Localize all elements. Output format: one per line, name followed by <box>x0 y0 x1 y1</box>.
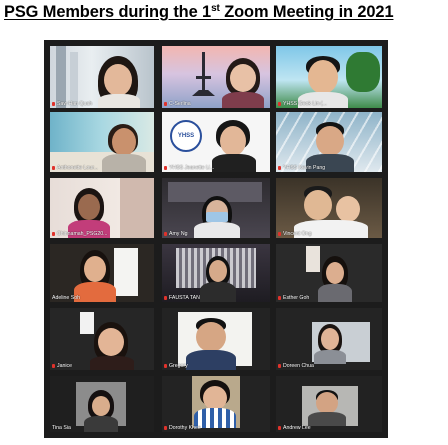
muted-mic-icon <box>164 296 167 300</box>
participant-name: Esther Goh <box>278 295 309 301</box>
video-tile[interactable]: Vincent Ong <box>276 178 382 238</box>
video-tile[interactable]: Anthonette Lour... <box>50 112 154 172</box>
title-text-end: Zoom Meeting in 2021 <box>219 3 394 21</box>
video-tile[interactable]: Saw Han Quah <box>50 46 154 108</box>
video-tile[interactable]: Esther Goh <box>276 244 382 302</box>
participant-name: Janice <box>52 363 72 369</box>
video-tile[interactable]: Janice <box>50 308 154 370</box>
participant-name: YHSS Jeanette Li... <box>164 165 214 171</box>
muted-mic-icon <box>278 296 281 300</box>
muted-mic-icon <box>278 364 281 368</box>
muted-mic-icon <box>278 166 281 170</box>
participant-name: Saw Han Quah <box>52 101 92 107</box>
muted-mic-icon <box>278 102 281 106</box>
muted-mic-icon <box>52 102 55 106</box>
video-tile[interactable]: Andrew Lee <box>276 376 382 432</box>
video-tile[interactable]: Gregory <box>162 308 270 370</box>
muted-mic-icon <box>164 426 167 430</box>
muted-mic-icon <box>52 364 55 368</box>
participant-name: Tina Sia <box>52 425 71 431</box>
participant-name: Amy Ng <box>164 231 187 237</box>
title-superscript: st <box>211 3 220 14</box>
video-tile[interactable]: Doreen Chua <box>276 308 382 370</box>
page-title: PSG Members during the 1st Zoom Meeting … <box>4 3 444 25</box>
participant-name: Doreen Chua <box>278 363 314 369</box>
participant-name: FAUSTA TAN <box>164 295 200 301</box>
participant-name: Gregory <box>164 363 188 369</box>
video-tile[interactable]: Chinnamah_PSG20... <box>50 178 154 238</box>
participant-name: Chinnamah_PSG20... <box>52 231 107 237</box>
muted-mic-icon <box>164 232 167 236</box>
video-tile[interactable]: C-Serlina <box>162 46 270 108</box>
video-tile[interactable]: Adeline Soh <box>50 244 154 302</box>
video-tile[interactable]: YHSS Kevin Pang <box>276 112 382 172</box>
video-tile[interactable]: Tina Sia <box>50 376 154 432</box>
muted-mic-icon <box>278 232 281 236</box>
muted-mic-icon <box>278 426 281 430</box>
title-text: PSG Members during the 1 <box>4 3 212 21</box>
zoom-gallery-view: Saw Han Quah C-Serlina YHSS Geok Lin (..… <box>44 40 388 438</box>
video-tile[interactable]: Dorothy Khee <box>162 376 270 432</box>
participant-name: Andrew Lee <box>278 425 311 431</box>
participant-name: C-Serlina <box>164 101 191 107</box>
participant-name: Dorothy Khee <box>164 425 201 431</box>
participant-name: Adeline Soh <box>52 295 80 301</box>
participant-name: Vincent Ong <box>278 231 311 237</box>
muted-mic-icon <box>52 166 55 170</box>
participant-name: Anthonette Lour... <box>52 165 98 171</box>
muted-mic-icon <box>164 102 167 106</box>
muted-mic-icon <box>164 364 167 368</box>
muted-mic-icon <box>164 166 167 170</box>
participant-name: YHSS Geok Lin (... <box>278 101 327 107</box>
video-tile[interactable]: YHSS Geok Lin (... <box>276 46 382 108</box>
school-logo-icon: YHSS <box>170 120 202 152</box>
video-tile[interactable]: Amy Ng <box>162 178 270 238</box>
muted-mic-icon <box>52 232 55 236</box>
participant-name: YHSS Kevin Pang <box>278 165 325 171</box>
video-tile[interactable]: FAUSTA TAN <box>162 244 270 302</box>
video-tile[interactable]: YHSS YHSS Jeanette Li... <box>162 112 270 172</box>
